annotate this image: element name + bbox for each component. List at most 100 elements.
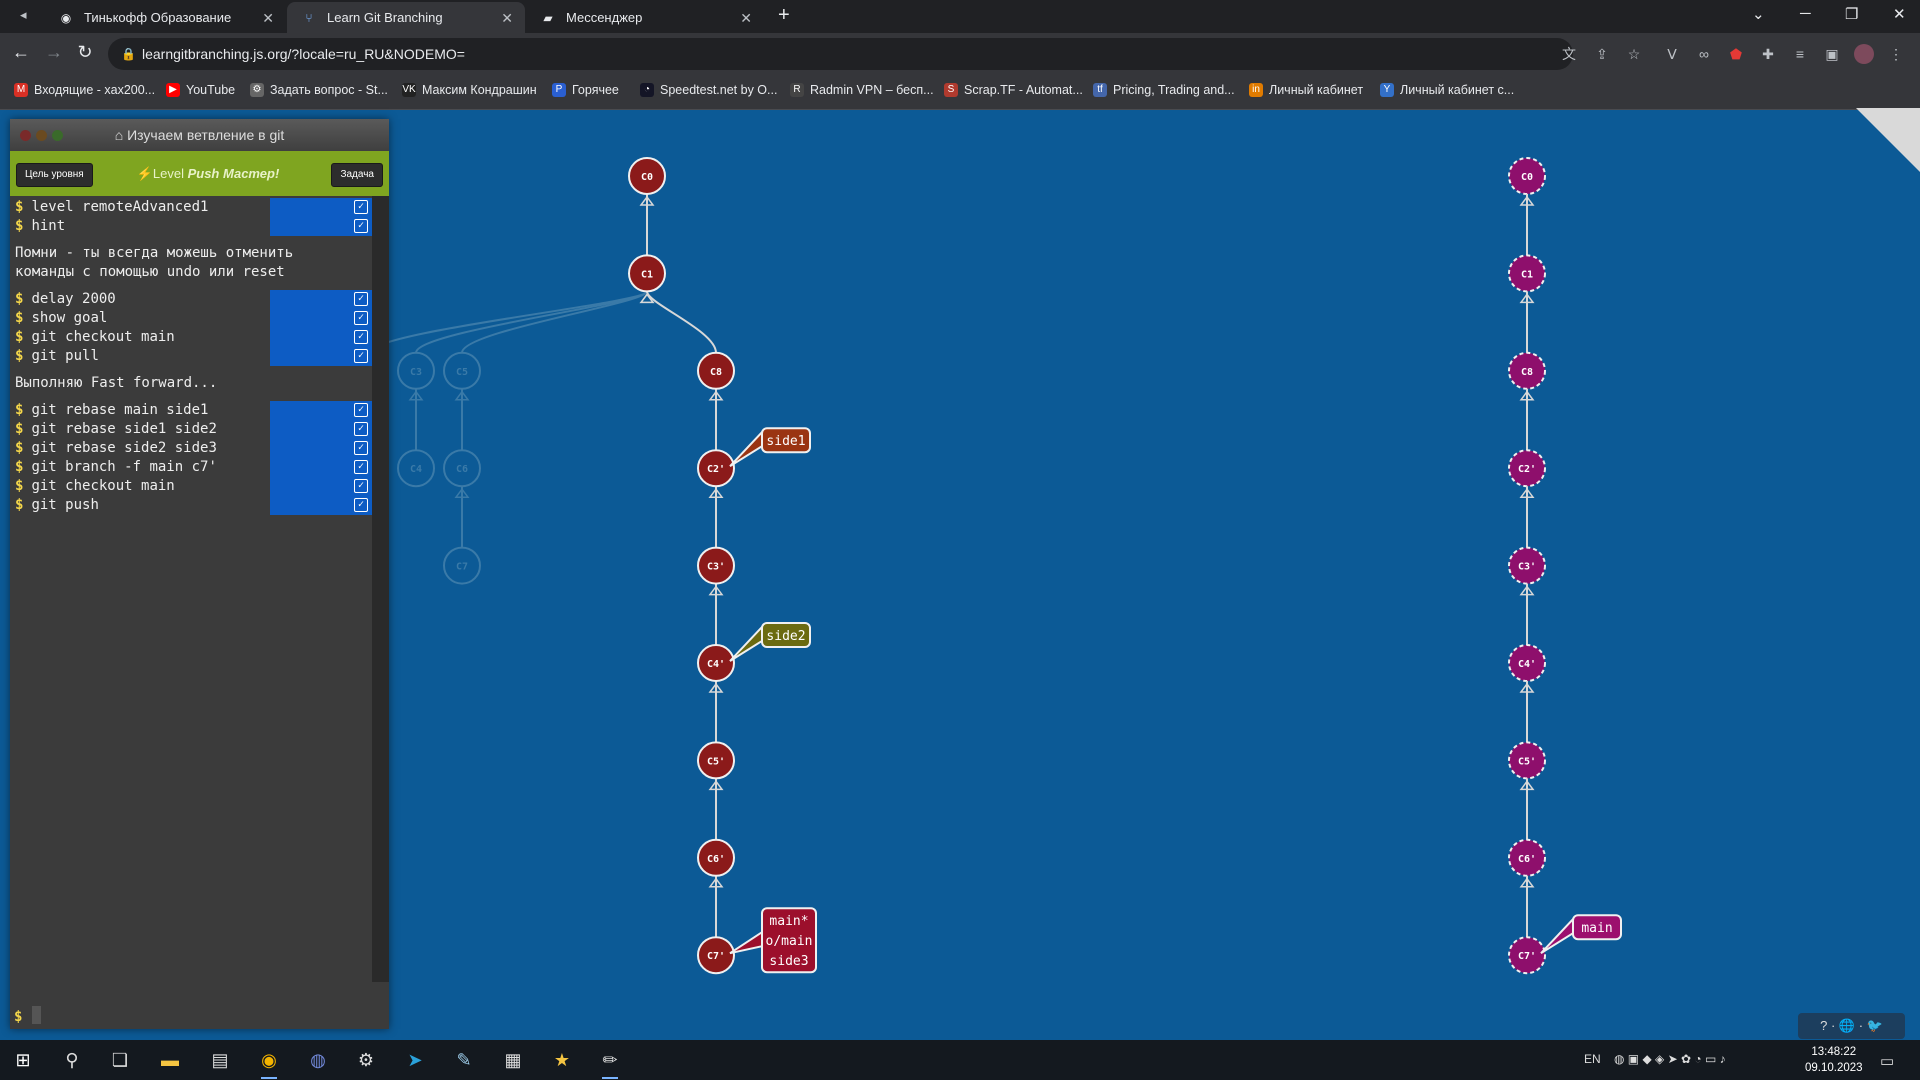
- console-command: $ git rebase side1 side2: [15, 420, 217, 439]
- panel-title: Изучаем ветвление в git: [127, 127, 285, 143]
- command-text: git checkout main: [31, 329, 175, 345]
- commit-label: C0: [1521, 172, 1533, 183]
- command-status: ✓: [270, 496, 374, 515]
- checkbox-icon: ✓: [354, 498, 368, 512]
- command-status: ✓: [270, 217, 374, 236]
- console-command: $ hint: [15, 217, 65, 236]
- commit-label: C7': [1518, 951, 1536, 962]
- branch-label: side1: [766, 434, 805, 449]
- command-status: ✓: [270, 439, 374, 458]
- notifications-icon[interactable]: ▭: [1880, 1052, 1894, 1070]
- calculator-icon[interactable]: ▦: [501, 1048, 525, 1072]
- paint-icon[interactable]: ✏: [598, 1048, 622, 1079]
- home-icon: ⌂: [114, 127, 128, 143]
- prompt-symbol: $: [15, 421, 24, 437]
- commit-label: C7: [456, 562, 468, 573]
- command-status: ✓: [270, 309, 374, 328]
- branch-pointer: [729, 930, 763, 955]
- task-view-icon[interactable]: ❏: [108, 1048, 132, 1072]
- commit-label: C3': [707, 562, 725, 573]
- command-status: ✓: [270, 477, 374, 496]
- maximize-dot[interactable]: [52, 130, 63, 141]
- commit-label: C6': [707, 854, 725, 865]
- command-text: delay 2000: [31, 291, 116, 307]
- commit-label: C7': [707, 951, 725, 962]
- windows-start-icon[interactable]: ⊞: [11, 1048, 35, 1072]
- console-message: Выполняю Fast forward...: [15, 375, 218, 391]
- commit-label: C2': [1518, 464, 1536, 475]
- command-text: git push: [31, 497, 99, 513]
- commit-label: C3: [410, 367, 422, 378]
- branch-label: main*: [769, 914, 808, 929]
- commit-label: C8: [710, 367, 722, 378]
- console-command: $ git checkout main: [15, 477, 175, 496]
- command-text: git pull: [31, 348, 99, 364]
- time: 13:48:22: [1811, 1046, 1857, 1058]
- command-text: level remoteAdvanced1: [31, 199, 209, 215]
- clock[interactable]: 13:48:22 09.10.2023: [1805, 1044, 1863, 1076]
- command-status: ✓: [270, 290, 374, 309]
- goal-button[interactable]: Цель уровня: [16, 163, 93, 187]
- help-icons: ? · 🌐 · 🐦: [1820, 1018, 1883, 1033]
- explorer-icon[interactable]: ▬: [158, 1048, 182, 1072]
- prompt-symbol: $: [15, 218, 24, 234]
- command-status: ✓: [270, 347, 374, 366]
- command-status: ✓: [270, 420, 374, 439]
- telegram-icon[interactable]: ➤: [403, 1048, 427, 1072]
- panel-titlebar: ⌂ Изучаем ветвление в git: [10, 119, 389, 151]
- command-input[interactable]: [32, 1006, 41, 1024]
- notepad-icon[interactable]: ✎: [452, 1048, 476, 1072]
- level-prefix: Level: [152, 166, 188, 181]
- commit-label: C6: [456, 464, 468, 475]
- corner-fold: [1856, 108, 1920, 172]
- commit-label: C5': [707, 756, 725, 767]
- commit-label: C0: [641, 172, 653, 183]
- commit-edge: [646, 291, 717, 353]
- branch-label: side2: [766, 629, 805, 644]
- search-icon[interactable]: ⚲: [60, 1048, 84, 1072]
- checkbox-icon: ✓: [354, 200, 368, 214]
- chrome-icon[interactable]: ◉: [257, 1048, 281, 1079]
- star-app-icon[interactable]: ★: [550, 1048, 574, 1072]
- scrollbar[interactable]: [372, 196, 389, 982]
- checkbox-icon: ✓: [354, 292, 368, 306]
- discord-icon[interactable]: ◍: [306, 1048, 330, 1072]
- command-status: ✓: [270, 198, 374, 217]
- commit-label: C2': [707, 464, 725, 475]
- app-icon[interactable]: ▤: [208, 1048, 232, 1072]
- tray-icons[interactable]: ◍ ▣ ◆ ◈ ➤ ✿ ◔ ▭ ♪: [1614, 1052, 1726, 1066]
- date: 09.10.2023: [1805, 1062, 1863, 1074]
- command-text: show goal: [31, 310, 108, 326]
- minimize-dot[interactable]: [36, 130, 47, 141]
- level-name: Push Мастер!: [187, 166, 280, 181]
- steam-icon[interactable]: ⚙: [354, 1048, 378, 1072]
- close-dot[interactable]: [20, 130, 31, 141]
- prompt-symbol: $: [15, 478, 24, 494]
- branch-label: side3: [769, 954, 808, 969]
- checkbox-icon: ✓: [354, 311, 368, 325]
- command-text: git rebase side1 side2: [31, 421, 217, 437]
- console-history: $ level remoteAdvanced1 ✓ $ hint ✓ Помни - ты …: [10, 196, 374, 982]
- language-indicator[interactable]: EN: [1584, 1052, 1601, 1066]
- console-command: $ git rebase main side1: [15, 401, 208, 420]
- prompt-symbol: $: [15, 348, 24, 364]
- task-button[interactable]: Задача: [331, 163, 383, 187]
- console-message: Помни - ты всегда можешь отменить команд…: [15, 245, 294, 280]
- commit-label: C6': [1518, 854, 1536, 865]
- level-title: ⚡Level Push Мастер!: [128, 151, 288, 196]
- branch-pointer: [1540, 916, 1574, 955]
- console-command: $ show goal: [15, 309, 107, 328]
- checkbox-icon: ✓: [354, 460, 368, 474]
- checkbox-icon: ✓: [354, 403, 368, 417]
- command-text: git branch -f main c7': [31, 459, 217, 475]
- command-text: git checkout main: [31, 478, 175, 494]
- checkbox-icon: ✓: [354, 479, 368, 493]
- console-command: $ git rebase side2 side3: [15, 439, 217, 458]
- help-toolbar[interactable]: ? · 🌐 · 🐦: [1798, 1013, 1905, 1039]
- console-command: $ git checkout main: [15, 328, 175, 347]
- command-status: ✓: [270, 401, 374, 420]
- console-command: $ git push: [15, 496, 99, 515]
- command-text: git rebase side2 side3: [31, 440, 217, 456]
- prompt-symbol: $: [15, 497, 24, 513]
- lightning-icon: ⚡: [136, 166, 153, 181]
